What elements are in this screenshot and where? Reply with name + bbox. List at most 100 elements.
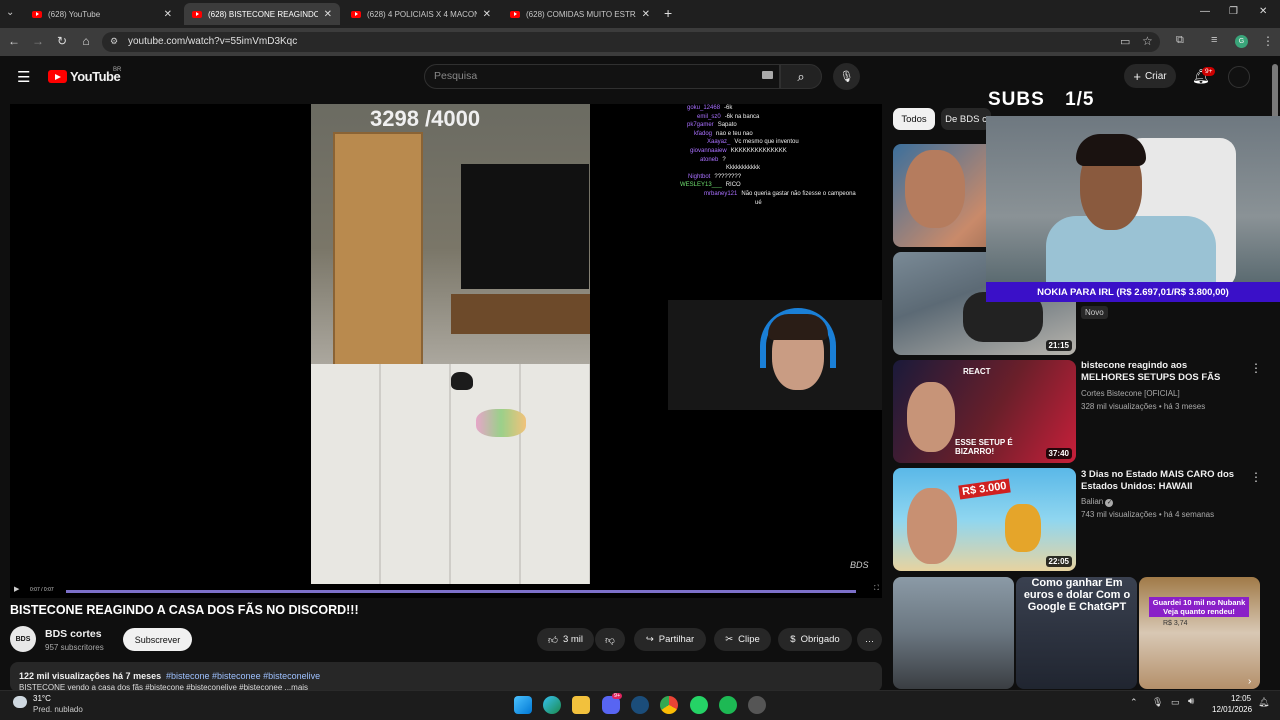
cast-icon[interactable]: ▭ — [1120, 35, 1130, 48]
play-icon[interactable]: ▶ — [14, 585, 19, 593]
browser-menu-icon[interactable]: ⋮ — [1262, 34, 1274, 48]
bookmark-star-icon[interactable]: ☆ — [1142, 34, 1153, 48]
youtube-favicon-icon — [351, 10, 361, 18]
video-player[interactable]: 3298 /4000 goku_12468 -6k emil_sz0 -6k na … — [10, 104, 882, 598]
more-actions-button[interactable]: … — [857, 628, 882, 651]
short-thumbnail-1[interactable] — [893, 577, 1014, 689]
weather-icon[interactable] — [13, 696, 27, 708]
pineapple — [1005, 504, 1041, 552]
new-tab-button[interactable]: + — [664, 5, 672, 21]
url-text[interactable]: youtube.com/watch?v=55imVmD3Kqc — [128, 36, 297, 47]
browser-tab-strip: ⌄ (628) YouTube ✕ (628) BISTECONE REAGIN… — [0, 0, 1280, 28]
browser-tab-policiais[interactable]: (628) 4 POLICIAIS X 4 MACONH ✕ — [343, 3, 499, 25]
clock-time[interactable]: 12:05 — [1231, 694, 1251, 703]
short-thumbnail-2[interactable]: Como ganhar Em euros e dolar Com o Googl… — [1016, 577, 1137, 689]
more-options-icon[interactable]: ⋮ — [1250, 470, 1262, 484]
browser-tab-bistecone[interactable]: (628) BISTECONE REAGINDO A ✕ — [184, 3, 340, 25]
recommended-title-4[interactable]: 3 Dias no Estado MAIS CARO dos Estados U… — [1081, 469, 1241, 493]
recommended-channel-4[interactable]: Balian ✓ — [1081, 497, 1114, 507]
tab-list-chevron-icon[interactable]: ⌄ — [6, 7, 14, 18]
whatsapp-icon[interactable] — [690, 696, 708, 714]
channel-name[interactable]: BDS cortes — [45, 628, 102, 640]
site-info-icon[interactable]: ⚙ — [110, 36, 118, 47]
recommended-thumbnail-3[interactable]: REACT ESSE SETUP É BIZARRO! 37:40 — [893, 360, 1076, 463]
person-body — [1046, 216, 1216, 284]
restore-icon[interactable]: ❐ — [1229, 6, 1238, 17]
page-scrollbar[interactable] — [1272, 64, 1278, 119]
recommended-title-3[interactable]: bistecone reagindo aos MELHORES SETUPS D… — [1081, 360, 1241, 384]
close-tab-icon[interactable]: ✕ — [483, 9, 491, 20]
clip-button[interactable]: ✂ Clipe — [714, 628, 771, 651]
shelf — [451, 294, 590, 334]
close-tab-icon[interactable]: ✕ — [324, 9, 332, 20]
screen: ⌄ (628) YouTube ✕ (628) BISTECONE REAGIN… — [0, 0, 1280, 720]
steam-icon[interactable] — [631, 696, 649, 714]
profile-avatar[interactable]: G — [1235, 35, 1248, 48]
browser-tab-youtube[interactable]: (628) YouTube ✕ — [24, 3, 180, 25]
chip-todos[interactable]: Todos — [893, 108, 935, 130]
close-tab-icon[interactable]: ✕ — [642, 9, 650, 20]
weather-desc[interactable]: Pred. nublado — [33, 705, 83, 714]
chrome-icon[interactable] — [660, 696, 678, 714]
forward-icon[interactable]: → — [30, 34, 46, 48]
chip-de-bds[interactable]: De BDS c — [941, 108, 991, 130]
chat-line: goku_12468 -6k — [687, 105, 733, 111]
hashtags[interactable]: #bistecone #bisteconee #bisteconelive — [166, 671, 320, 681]
settings-gear-icon[interactable] — [748, 696, 766, 714]
voice-search-button[interactable]: 🎙 — [833, 63, 860, 90]
dislike-button[interactable]: 👎︎ — [595, 628, 625, 651]
search-button[interactable]: ⌕ — [780, 64, 822, 89]
channel-label: Balian — [1081, 497, 1104, 506]
chat-line: giovannaaiew KKKKKKKKKKKKKK — [690, 147, 787, 154]
youtube-logo[interactable]: YouTube — [48, 69, 121, 84]
home-icon[interactable]: ⌂ — [78, 34, 94, 48]
search-input[interactable]: Pesquisa — [434, 70, 477, 82]
chat-line: Nightbot???????? — [688, 173, 742, 180]
more-options-icon[interactable]: ⋮ — [1250, 361, 1262, 375]
close-window-icon[interactable]: ✕ — [1259, 6, 1267, 17]
close-tab-icon[interactable]: ✕ — [164, 9, 172, 20]
spotify-icon[interactable] — [719, 696, 737, 714]
like-button[interactable]: 👍︎ 3 mil — [537, 628, 594, 651]
tab-title: (628) COMIDAS MUITO ESTRAN — [526, 9, 636, 19]
minimize-icon[interactable]: — — [1200, 6, 1210, 17]
share-button[interactable]: ↪ Partilhar — [634, 628, 706, 651]
notification-center-icon[interactable]: 🔔︎ — [1258, 697, 1269, 708]
subscribe-button[interactable]: Subscrever — [123, 628, 192, 651]
hamburger-menu-icon[interactable]: ☰ — [17, 68, 30, 86]
back-icon[interactable]: ← — [6, 34, 22, 48]
browser-tab-comidas[interactable]: (628) COMIDAS MUITO ESTRAN ✕ — [502, 3, 658, 25]
tray-chevron-icon[interactable]: ⌃ — [1130, 697, 1138, 708]
extensions-icon[interactable]: ⧉ — [1176, 34, 1184, 47]
recommended-thumbnail-4[interactable]: R$ 3.000 22:05 — [893, 468, 1076, 571]
recommended-channel-3[interactable]: Cortes Bistecone [OFICIAL] — [1081, 389, 1180, 398]
windows-start-icon[interactable] — [514, 696, 532, 714]
more-icon: … — [864, 634, 875, 645]
thanks-button[interactable]: $ Obrigado — [778, 628, 852, 651]
account-avatar[interactable] — [1228, 66, 1250, 88]
thumb-text-setup: ESSE SETUP É BIZARRO! — [955, 438, 1013, 456]
youtube-favicon-icon — [510, 10, 520, 18]
keyboard-icon[interactable] — [762, 71, 773, 79]
edge-icon[interactable] — [543, 696, 561, 714]
create-button[interactable]: + Criar — [1124, 64, 1176, 88]
file-explorer-icon[interactable] — [572, 696, 590, 714]
channel-avatar[interactable]: BDS — [10, 626, 36, 652]
media-icon[interactable]: ≡ — [1211, 34, 1217, 46]
create-label: Criar — [1144, 70, 1167, 82]
weather-temp[interactable]: 31°C — [33, 694, 51, 703]
youtube-play-icon — [48, 70, 67, 83]
clock-date[interactable]: 12/01/2026 — [1212, 705, 1252, 714]
network-icon[interactable]: ▭ — [1171, 697, 1180, 708]
short-thumbnail-3[interactable]: Guardei 10 mil no Nubank Veja quanto ren… — [1139, 577, 1260, 689]
tab-title: (628) BISTECONE REAGINDO A — [208, 9, 318, 19]
reload-icon[interactable]: ↻ — [54, 34, 70, 48]
progress-bar[interactable] — [66, 590, 856, 593]
fullscreen-icon[interactable]: ⛶ — [874, 585, 879, 593]
thanks-label: Obrigado — [800, 634, 840, 645]
tray-mic-icon[interactable]: 🎙 — [1152, 697, 1163, 708]
shorts-next-button[interactable]: › — [1248, 676, 1251, 687]
recommended-meta-4: 743 mil visualizações • há 4 semanas — [1081, 510, 1215, 519]
volume-icon[interactable]: 🔊︎ — [1188, 696, 1194, 707]
search-box[interactable] — [424, 64, 780, 89]
